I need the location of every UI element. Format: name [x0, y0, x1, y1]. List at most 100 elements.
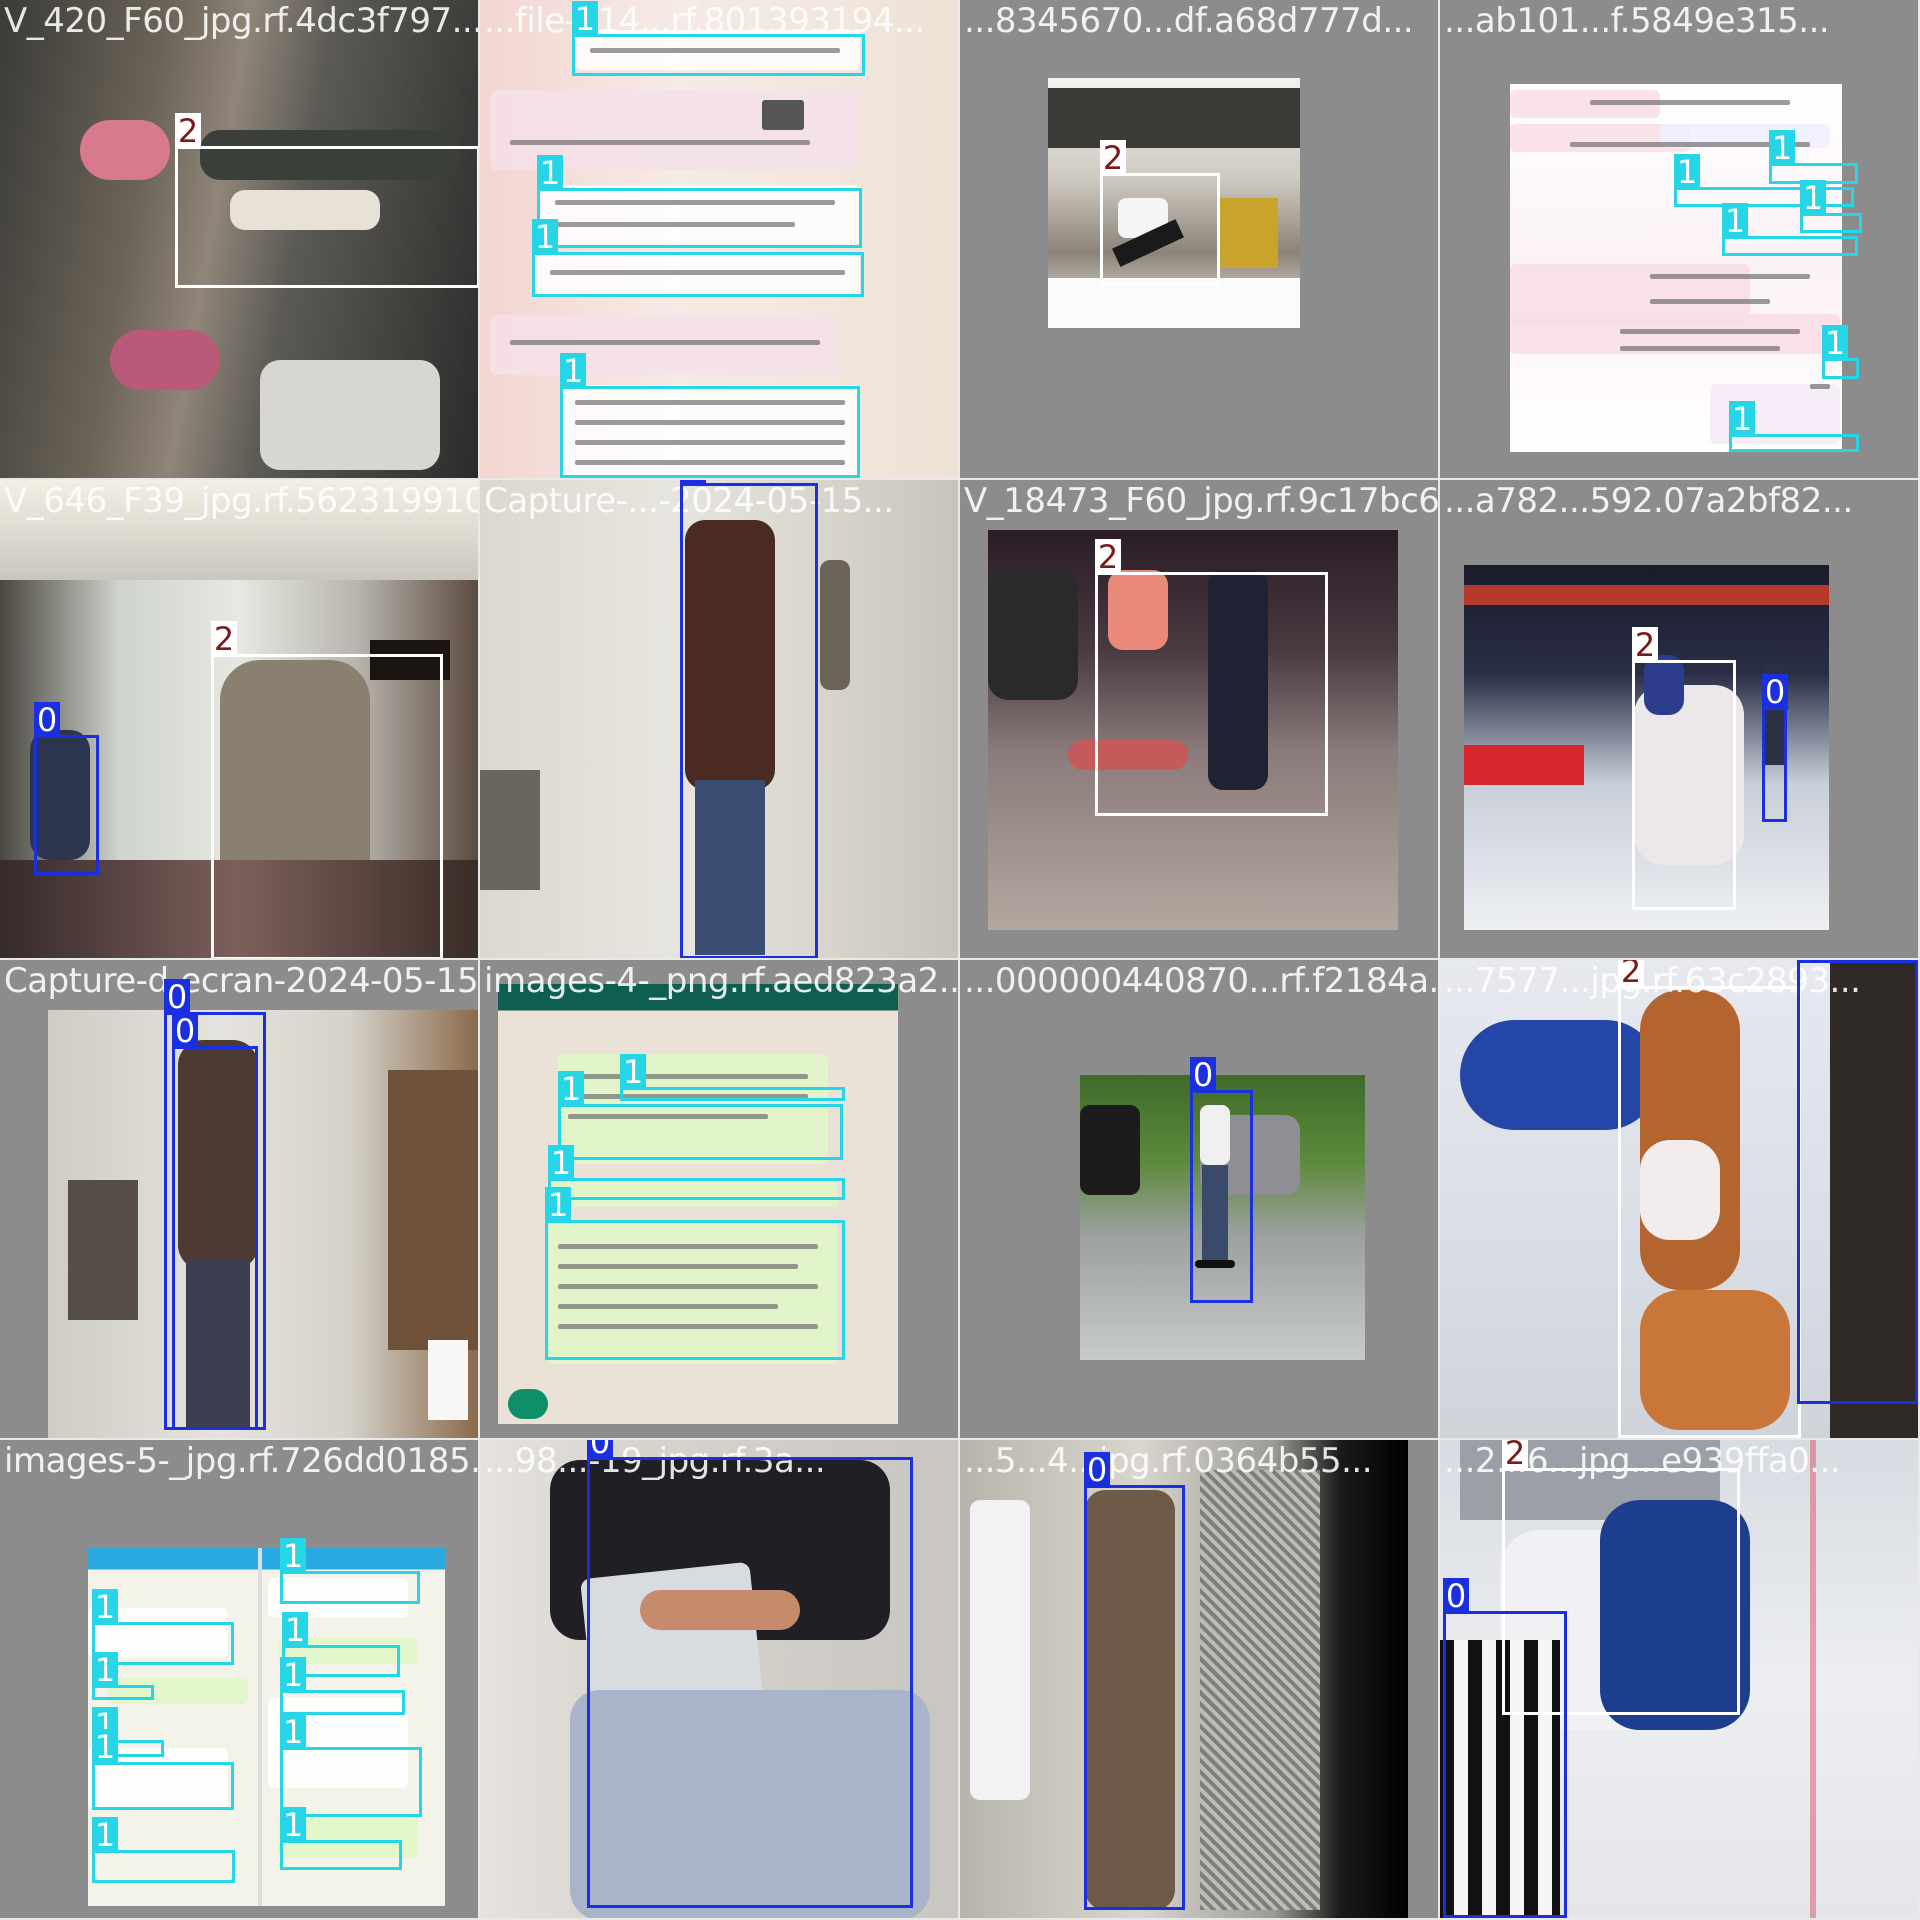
bbox-class-label: 0 [587, 1440, 613, 1460]
bbox-class-1: 1 [280, 1807, 402, 1870]
bbox-class-label: 1 [1729, 401, 1755, 437]
mosaic-tile: ...2...6...jpg...e939ffa0... 2 0 [1440, 1440, 1920, 1920]
bbox-class-0: 0 [587, 1440, 913, 1908]
mosaic-tile: ...8345670...df.a68d777d... 2 [960, 0, 1440, 480]
mosaic-tile: ...ab101...f.5849e315... 1 1 1 1 1 1 [1440, 0, 1920, 480]
bbox-class-label: 1 [1822, 325, 1848, 361]
bbox-class-label: 2 [1095, 539, 1121, 575]
bbox-class-1: 1 [620, 1054, 845, 1101]
mosaic-tile: ...98...-19_jpg.rf.3a... 0 [480, 1440, 960, 1920]
bbox-class-1: 1 [558, 1071, 843, 1160]
bbox-class-2: 2 [1095, 539, 1328, 816]
bbox-class-label: 1 [280, 1538, 306, 1574]
bbox-class-1: 1 [1722, 203, 1858, 256]
bbox-class-0: 0 [172, 1013, 258, 1430]
image-filename: V_420_F60_jpg.rf.4dc3f797... [4, 1, 480, 41]
image-filename: ...5...4...jpg.rf.0364b55... [964, 1441, 1373, 1481]
image-filename: V_646_F39_jpg.rf.562319910... [4, 481, 480, 521]
bbox-class-label: 1 [1674, 154, 1700, 190]
bbox-class-0: 0 [34, 702, 99, 875]
bbox-class-label: 1 [1800, 180, 1826, 216]
bbox-class-label: 2 [211, 621, 237, 657]
bbox-class-label: 1 [532, 219, 558, 255]
bbox-class-2: 2 [211, 621, 443, 958]
mosaic-tile: V_18473_F60_jpg.rf.9c17bc6c... 2 [960, 480, 1440, 960]
bbox-class-1: 1 [572, 1, 865, 76]
bbox-class-label: 2 [1618, 960, 1644, 989]
bbox-class-label: 1 [282, 1612, 308, 1648]
bbox-class-label: 1 [92, 1652, 118, 1688]
mosaic-tile: V_420_F60_jpg.rf.4dc3f797... 2 [0, 0, 480, 480]
bbox-class-label: 1 [545, 1187, 571, 1223]
bbox-class-label: 1 [92, 1729, 118, 1765]
mosaic-tile: V_646_F39_jpg.rf.562319910... 0 2 [0, 480, 480, 960]
mosaic-tile: ...7577...jpg.rf.63c2893... 2 0 [1440, 960, 1920, 1440]
bbox-class-label: 0 [34, 702, 60, 738]
bbox-class-label: 0 [164, 979, 190, 1015]
bbox-class-0: 0 [1797, 960, 1918, 1404]
bbox-class-label: 1 [92, 1817, 118, 1853]
bbox-class-label: 1 [280, 1714, 306, 1750]
bbox-class-0: 0 [1443, 1578, 1567, 1918]
bbox-class-0: 0 [680, 480, 818, 958]
mosaic-tile: ...5...4...jpg.rf.0364b55... 0 [960, 1440, 1440, 1920]
training-batch-mosaic: V_420_F60_jpg.rf.4dc3f797... 2 ...file-1… [0, 0, 1920, 1920]
bbox-class-1: 1 [1674, 154, 1854, 207]
mosaic-tile: ...a782...592.07a2bf82... 2 0 [1440, 480, 1920, 960]
bbox-class-label: 1 [1722, 203, 1748, 239]
image-filename: V_18473_F60_jpg.rf.9c17bc6c... [964, 481, 1440, 521]
bbox-class-label: 0 [1443, 1578, 1469, 1614]
bbox-class-1: 1 [560, 353, 860, 478]
image-filename: ...8345670...df.a68d777d... [964, 1, 1414, 41]
bbox-class-label: 1 [92, 1589, 118, 1625]
bbox-class-1: 1 [537, 155, 862, 248]
bbox-class-1: 1 [92, 1729, 234, 1810]
bbox-class-2: 2 [175, 113, 478, 288]
bbox-class-label: 2 [1100, 140, 1126, 176]
bbox-class-label: 0 [172, 1013, 198, 1049]
image-filename: images-5-_jpg.rf.726dd0185... [4, 1441, 480, 1481]
image-filename: Capture-d-ecran-2024-05-15... [4, 961, 480, 1001]
image-filename: ...000000440870...rf.f2184a... [964, 961, 1440, 1001]
bbox-class-label: 0 [1762, 674, 1788, 710]
mosaic-tile: images-5-_jpg.rf.726dd0185... 1 1 1 1 1 … [0, 1440, 480, 1920]
bbox-class-label: 1 [620, 1054, 646, 1090]
bbox-class-0: 0 [1084, 1452, 1185, 1910]
mosaic-tile: images-4-_png.rf.aed823a2... 1 1 1 1 [480, 960, 960, 1440]
image-filename: ...a782...592.07a2bf82... [1444, 481, 1853, 521]
image-filename: images-4-_png.rf.aed823a2... [484, 961, 960, 1001]
bbox-class-label: 2 [1632, 627, 1658, 663]
bbox-class-1: 1 [92, 1817, 235, 1883]
bbox-class-1: 1 [1800, 180, 1862, 233]
bbox-class-1: 1 [548, 1145, 845, 1200]
bbox-class-1: 1 [280, 1538, 420, 1604]
bbox-class-label: 1 [548, 1145, 574, 1181]
bbox-class-label: 0 [1084, 1452, 1110, 1488]
mosaic-tile: Capture-d-ecran-2024-05-15... 0 0 [0, 960, 480, 1440]
bbox-class-2: 2 [1632, 627, 1736, 910]
bbox-class-label: 0 [1190, 1057, 1216, 1093]
mosaic-tile: Capture-...-2024-05-15... 0 [480, 480, 960, 960]
bbox-class-1: 1 [92, 1652, 154, 1700]
bbox-class-1: 1 [1822, 325, 1859, 379]
mosaic-tile: ...file-114...rf.801393194... 1 1 1 1 [480, 0, 960, 480]
bbox-class-label: 0 [680, 480, 706, 486]
bbox-class-label: 1 [1769, 130, 1795, 166]
bbox-class-1: 1 [545, 1187, 845, 1360]
bbox-class-1: 1 [532, 219, 864, 297]
bbox-class-2: 2 [1100, 140, 1220, 286]
bbox-class-1: 1 [1729, 401, 1859, 452]
bbox-class-label: 2 [1502, 1440, 1528, 1471]
bbox-class-0: 0 [1190, 1057, 1253, 1303]
image-filename: ...ab101...f.5849e315... [1444, 1, 1830, 41]
bbox-class-0: 0 [1762, 674, 1788, 822]
bbox-class-1: 1 [280, 1657, 405, 1715]
bbox-class-label: 0 [1797, 960, 1823, 963]
bbox-class-label: 1 [280, 1657, 306, 1693]
mosaic-tile: ...000000440870...rf.f2184a... 0 [960, 960, 1440, 1440]
bbox-class-label: 2 [175, 113, 201, 149]
bbox-class-label: 1 [537, 155, 563, 191]
bbox-class-label: 1 [560, 353, 586, 389]
bbox-class-label: 1 [280, 1807, 306, 1843]
bbox-class-label: 1 [558, 1071, 584, 1107]
